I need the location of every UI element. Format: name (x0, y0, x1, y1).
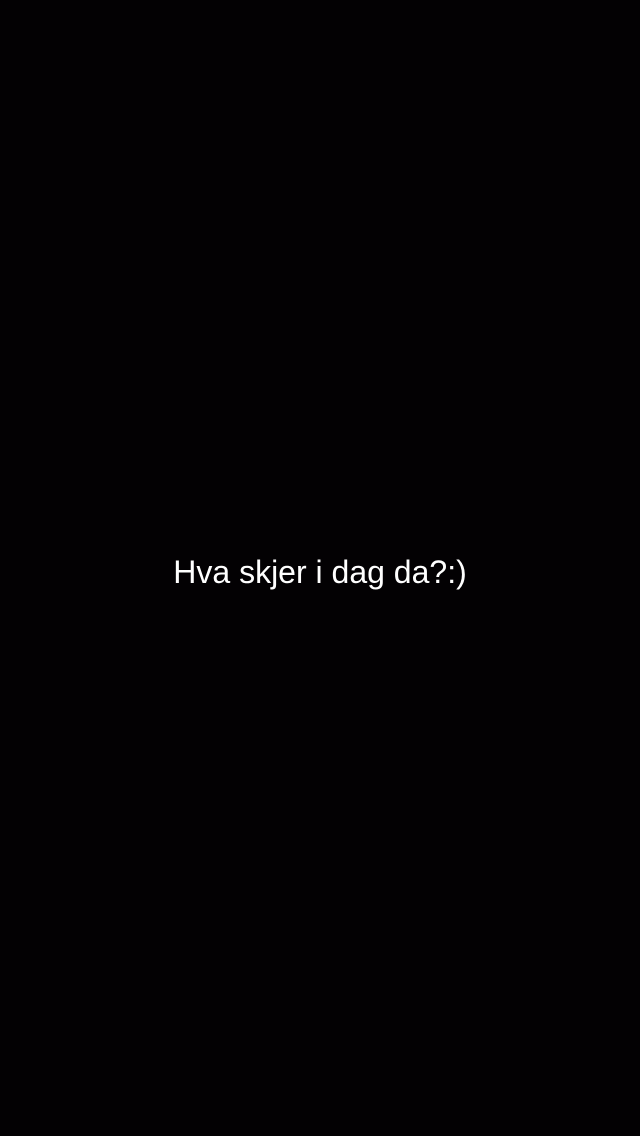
snap-caption: Hva skjer i dag da?:) (173, 554, 467, 590)
snap-view[interactable]: Hva skjer i dag da?:) (0, 0, 640, 1136)
